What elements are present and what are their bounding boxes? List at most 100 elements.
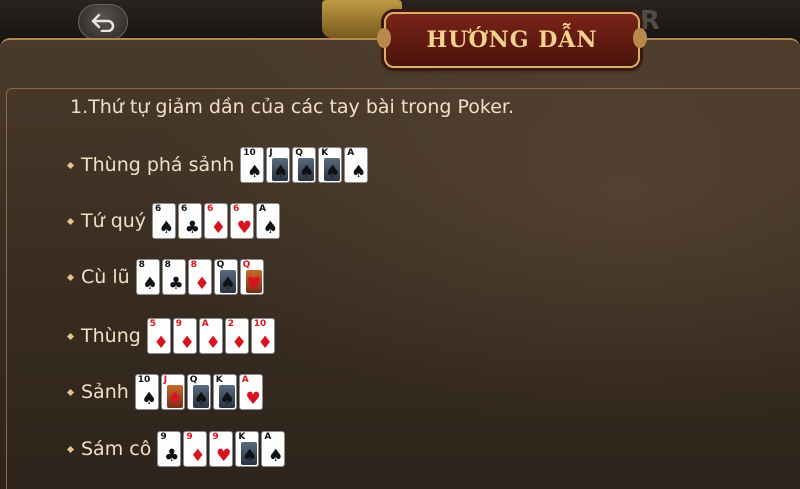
suit-icon: ♠ <box>268 446 284 466</box>
card-rank: Q <box>216 260 225 270</box>
card-rank: J <box>269 148 273 158</box>
suit-icon: ♠ <box>193 389 209 409</box>
card-rank: A <box>264 432 272 442</box>
hand-label: Sảnh <box>81 381 129 403</box>
card-rank: 6 <box>233 204 240 214</box>
bullet-icon <box>66 445 75 453</box>
playing-card: A ♠ <box>261 431 286 467</box>
hand-label: Cù lũ <box>81 266 130 288</box>
bullet-icon <box>66 332 75 340</box>
bullet-icon <box>66 161 75 169</box>
card-rank: 6 <box>181 204 188 214</box>
suit-icon: ♣ <box>164 446 180 466</box>
suit-icon: ♠ <box>158 218 175 238</box>
hand-label: Tứ quý <box>81 210 147 232</box>
playing-card: Q ♥ <box>239 259 264 295</box>
card-rank: A <box>259 204 267 214</box>
playing-card: K ♠ <box>235 431 260 467</box>
suit-icon: ♠ <box>299 162 315 182</box>
suit-icon: ♠ <box>351 162 367 182</box>
playing-card: 8 ♣ <box>161 259 186 295</box>
suit-icon: ♠ <box>273 162 289 182</box>
suit-icon: ♦ <box>179 333 195 353</box>
card-rank: 9 <box>175 319 183 329</box>
playing-card: 6 ♠ <box>152 203 177 239</box>
hand-cards: 10 ♠ J ♦ Q ♠ K ♠ A ♥ <box>134 374 265 410</box>
playing-card: 6 ♣ <box>178 203 203 239</box>
hand-cards: 6 ♠ 6 ♣ 6 ♦ 6 ♥ A ♠ <box>152 203 282 239</box>
hand-row: Thùng 5 ♦ 9 ♦ A ♦ 2 ♦ 10 ♦ <box>66 318 277 354</box>
card-rank: 10 <box>253 319 267 329</box>
card-rank: A <box>201 319 209 329</box>
playing-card: 10 ♦ <box>250 318 275 354</box>
suit-icon: ♠ <box>262 218 279 238</box>
suit-icon: ♦ <box>167 389 183 409</box>
card-rank: 9 <box>160 432 167 442</box>
playing-card: J ♠ <box>266 147 291 183</box>
card-rank: 6 <box>207 204 214 214</box>
suit-icon: ♠ <box>219 389 235 409</box>
playing-card: A ♠ <box>256 203 281 239</box>
back-arrow-icon <box>91 13 115 32</box>
title-plate: HƯỚNG DẪN <box>377 12 647 68</box>
playing-card: 2 ♦ <box>224 318 249 354</box>
suit-icon: ♦ <box>153 333 169 353</box>
hand-row: Thùng phá sảnh 10 ♠ J ♠ Q ♠ K ♠ A ♠ <box>66 147 370 183</box>
suit-icon: ♥ <box>216 446 232 466</box>
card-rank: 5 <box>149 319 157 329</box>
suit-icon: ♠ <box>220 274 236 294</box>
playing-card: K ♠ <box>318 147 343 183</box>
suit-icon: ♣ <box>184 218 201 238</box>
playing-card: Q ♠ <box>292 147 317 183</box>
playing-card: 9 ♣ <box>157 431 182 467</box>
playing-card: 10 ♠ <box>240 147 265 183</box>
back-button[interactable] <box>78 4 128 40</box>
hand-label: Thùng phá sảnh <box>81 154 235 176</box>
suit-icon: ♦ <box>210 218 227 238</box>
suit-icon: ♦ <box>190 446 206 466</box>
suit-icon: ♠ <box>247 162 263 182</box>
bullet-icon <box>66 217 75 225</box>
playing-card: Q ♠ <box>186 374 211 410</box>
hand-cards: 5 ♦ 9 ♦ A ♦ 2 ♦ 10 ♦ <box>146 318 277 354</box>
suit-icon: ♥ <box>245 389 261 409</box>
card-rank: 8 <box>164 260 171 270</box>
hand-cards: 10 ♠ J ♠ Q ♠ K ♠ A ♠ <box>240 147 370 183</box>
hand-label: Thùng <box>81 325 141 347</box>
card-rank: 10 <box>137 375 151 385</box>
card-rank: J <box>163 375 168 385</box>
card-rank: A <box>241 375 249 385</box>
card-rank: K <box>215 375 223 385</box>
playing-card: 6 ♥ <box>230 203 255 239</box>
suit-icon: ♦ <box>231 333 247 353</box>
suit-icon: ♥ <box>246 274 262 294</box>
card-rank: 8 <box>190 260 197 270</box>
bullet-icon <box>66 273 75 281</box>
playing-card: 6 ♦ <box>204 203 229 239</box>
suit-icon: ♠ <box>142 274 158 294</box>
card-rank: 9 <box>186 432 193 442</box>
card-rank: 6 <box>155 204 162 214</box>
playing-card: 8 ♦ <box>187 259 212 295</box>
playing-card: 10 ♠ <box>134 374 159 410</box>
card-rank: Q <box>189 375 198 385</box>
card-rank: 2 <box>227 319 235 329</box>
suit-icon: ♠ <box>141 389 157 409</box>
hand-cards: 8 ♠ 8 ♣ 8 ♦ Q ♠ Q ♥ <box>135 259 266 295</box>
hand-row: Cù lũ 8 ♠ 8 ♣ 8 ♦ Q ♠ Q ♥ <box>66 259 266 295</box>
suit-icon: ♦ <box>257 333 273 353</box>
playing-card: J ♦ <box>160 374 185 410</box>
suit-icon: ♠ <box>242 446 258 466</box>
card-rank: 9 <box>212 432 219 442</box>
hand-row: Sám cô 9 ♣ 9 ♦ 9 ♥ K ♠ A ♠ <box>66 431 287 467</box>
playing-card: K ♠ <box>212 374 237 410</box>
playing-card: 8 ♠ <box>135 259 160 295</box>
hand-cards: 9 ♣ 9 ♦ 9 ♥ K ♠ A ♠ <box>157 431 287 467</box>
bullet-icon <box>66 388 75 396</box>
panel-title: HƯỚNG DẪN <box>426 27 598 53</box>
card-rank: 10 <box>243 148 256 158</box>
suit-icon: ♦ <box>205 333 221 353</box>
hand-label: Sám cô <box>81 438 152 460</box>
hand-row: Tứ quý 6 ♠ 6 ♣ 6 ♦ 6 ♥ A ♠ <box>66 203 282 239</box>
playing-card: 9 ♦ <box>172 318 197 354</box>
